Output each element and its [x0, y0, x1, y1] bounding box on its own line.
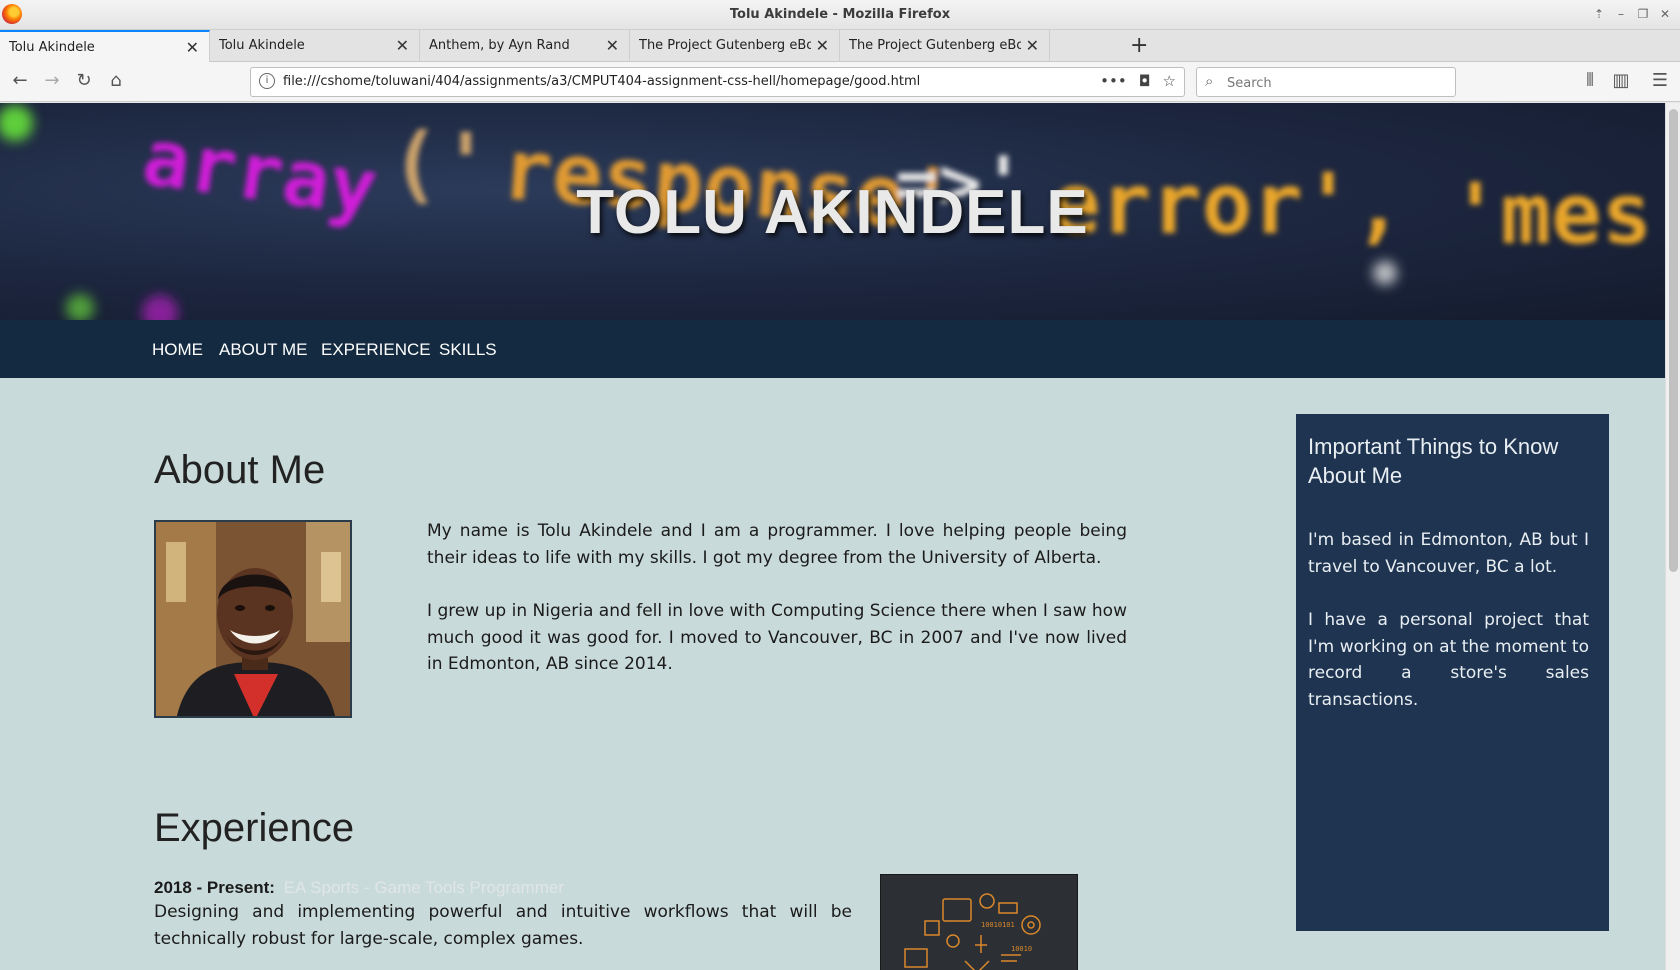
window-restore-icon[interactable]: ❐ — [1634, 5, 1652, 23]
nav-link-experience[interactable]: EXPERIENCE — [321, 340, 431, 360]
pocket-icon[interactable]: ◘ — [1139, 72, 1151, 90]
important-things-sidebar: Important Things to Know About Me I'm ba… — [1296, 414, 1609, 931]
search-bar[interactable]: ⌕ — [1196, 67, 1456, 97]
search-icon: ⌕ — [1205, 72, 1214, 90]
about-paragraph: My name is Tolu Akindele and I am a prog… — [427, 521, 1127, 568]
page-actions-icon[interactable]: ••• — [1100, 72, 1127, 90]
nav-toolbar: ← → ↻ ⌂ i file:///cshome/toluwani/404/as… — [0, 62, 1680, 102]
window-title: Tolu Akindele - Mozilla Firefox — [729, 7, 951, 22]
hero-banner: array (' response' =>' error', 'mes TOLU… — [0, 103, 1665, 320]
nav-link-home[interactable]: HOME — [152, 340, 203, 360]
browser-tab[interactable]: Anthem, by Ayn Rand ✕ — [420, 30, 630, 62]
hero-title: TOLU AKINDELE — [576, 178, 1089, 247]
search-input[interactable] — [1227, 73, 1447, 93]
browser-tab[interactable]: Tolu Akindele ✕ — [0, 30, 210, 62]
about-text: My name is Tolu Akindele and I am a prog… — [427, 518, 1127, 678]
portrait-illustration — [156, 522, 350, 716]
library-icon[interactable]: ⫴ — [1578, 70, 1602, 91]
menu-icon[interactable]: ☰ — [1648, 70, 1672, 91]
window-close-icon[interactable]: ✕ — [1656, 5, 1674, 23]
back-icon[interactable]: ← — [8, 70, 32, 91]
experience-role: EA Sports - Game Tools Programmer — [283, 878, 564, 897]
window-titlebar: Tolu Akindele - Mozilla Firefox ⇡ – ❐ ✕ — [0, 0, 1680, 30]
about-paragraph: I grew up in Nigeria and fell in love wi… — [427, 601, 1127, 674]
window-up-icon[interactable]: ⇡ — [1590, 5, 1608, 23]
page-scrollbar[interactable] — [1665, 103, 1680, 970]
svg-text:10010: 10010 — [1011, 945, 1032, 953]
tab-strip: Tolu Akindele ✕ Tolu Akindele ✕ Anthem, … — [0, 30, 1680, 62]
svg-text:10010101: 10010101 — [981, 921, 1015, 929]
tab-close-icon[interactable]: ✕ — [186, 38, 199, 57]
experience-description: Designing and implementing powerful and … — [154, 902, 852, 949]
bookmark-star-icon[interactable]: ☆ — [1163, 72, 1176, 90]
sidebar-body: I'm based in Edmonton, AB but I travel t… — [1308, 527, 1589, 713]
tab-label: The Project Gutenberg eBook — [849, 38, 1021, 53]
window-controls: ⇡ – ❐ ✕ — [1590, 5, 1674, 23]
browser-tab[interactable]: The Project Gutenberg eBook ✕ — [840, 30, 1050, 62]
site-nav: HOME ABOUT ME EXPERIENCE SKILLS — [0, 320, 1665, 378]
url-text[interactable]: file:///cshome/toluwani/404/assignments/… — [283, 74, 920, 89]
browser-tab[interactable]: The Project Gutenberg eBook ✕ — [630, 30, 840, 62]
tab-label: The Project Gutenberg eBook — [639, 38, 811, 53]
experience-period: 2018 - Present: — [154, 878, 275, 897]
tab-label: Tolu Akindele — [9, 40, 95, 55]
new-tab-icon[interactable]: + — [1130, 33, 1148, 58]
experience-illustration: 10010101 10010 — [880, 874, 1078, 970]
tab-label: Tolu Akindele — [219, 38, 305, 53]
sidebar-paragraph: I have a personal project that I'm worki… — [1308, 610, 1589, 710]
about-heading: About Me — [154, 448, 326, 492]
tab-close-icon[interactable]: ✕ — [1026, 36, 1039, 55]
tab-close-icon[interactable]: ✕ — [816, 36, 829, 55]
experience-heading: Experience — [154, 806, 355, 850]
sidebar-paragraph: I'm based in Edmonton, AB but I travel t… — [1308, 530, 1589, 577]
forward-icon[interactable]: → — [40, 70, 64, 91]
browser-tab[interactable]: Tolu Akindele ✕ — [210, 30, 420, 62]
nav-link-skills[interactable]: SKILLS — [439, 340, 497, 360]
tab-close-icon[interactable]: ✕ — [606, 36, 619, 55]
tab-close-icon[interactable]: ✕ — [396, 36, 409, 55]
tab-label: Anthem, by Ayn Rand — [429, 38, 570, 53]
tools-icons-illustration: 10010101 10010 — [904, 893, 1041, 970]
nav-link-about-me[interactable]: ABOUT ME — [219, 340, 307, 360]
scrollbar-thumb[interactable] — [1669, 109, 1678, 572]
experience-item-header: 2018 - Present: EA Sports - Game Tools P… — [154, 878, 564, 898]
url-bar[interactable]: i file:///cshome/toluwani/404/assignment… — [250, 67, 1185, 97]
sidebar-heading: Important Things to Know About Me — [1308, 434, 1559, 488]
sidebar-toggle-icon[interactable]: ▥ — [1609, 70, 1633, 91]
home-icon[interactable]: ⌂ — [104, 70, 128, 91]
profile-photo — [154, 520, 352, 718]
url-actions: ••• ◘ ☆ — [1100, 72, 1176, 90]
page-viewport: array (' response' =>' error', 'mes TOLU… — [0, 103, 1665, 970]
reload-icon[interactable]: ↻ — [72, 70, 96, 91]
page-info-icon[interactable]: i — [259, 73, 275, 89]
window-minimize-icon[interactable]: – — [1612, 5, 1630, 23]
